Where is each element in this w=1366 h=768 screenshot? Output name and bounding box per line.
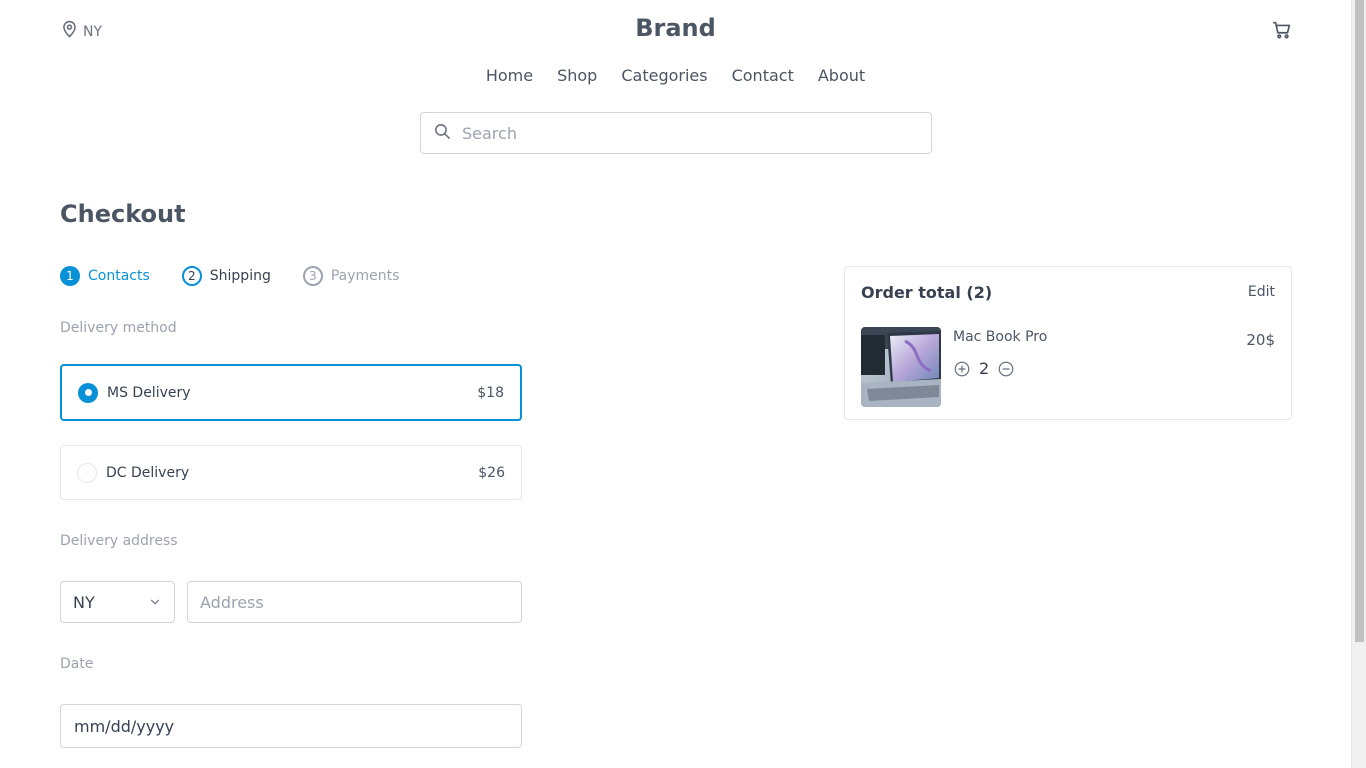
plus-circle-icon[interactable] <box>953 360 971 378</box>
brand-logo[interactable]: Brand <box>0 14 1351 42</box>
state-select[interactable]: NY <box>60 581 175 623</box>
quantity-stepper: 2 <box>953 359 1015 378</box>
nav-home[interactable]: Home <box>486 66 533 85</box>
page-scrollbar[interactable] <box>1351 0 1366 768</box>
step-label: Shipping <box>209 268 271 284</box>
edit-order-link[interactable]: Edit <box>1248 284 1275 300</box>
delivery-option-price: $26 <box>478 464 505 481</box>
step-payments[interactable]: 3 Payments <box>302 266 400 286</box>
nav-shop[interactable]: Shop <box>557 66 597 85</box>
chevron-down-icon <box>148 595 162 609</box>
delivery-option-name: DC Delivery <box>106 464 190 481</box>
main-nav: Home Shop Categories Contact About <box>0 66 1351 85</box>
product-image <box>861 327 941 407</box>
delivery-method-label: Delivery method <box>60 320 177 336</box>
radio-button[interactable] <box>77 462 97 483</box>
page-title: Checkout <box>60 200 186 228</box>
address-input[interactable] <box>187 581 522 623</box>
search-bar <box>420 112 932 154</box>
step-label: Payments <box>330 268 400 284</box>
search-icon <box>433 122 452 145</box>
delivery-address-label: Delivery address <box>60 533 178 549</box>
date-label: Date <box>60 656 94 672</box>
step-label: Contacts <box>88 268 150 284</box>
minus-circle-icon[interactable] <box>997 360 1015 378</box>
nav-categories[interactable]: Categories <box>621 66 707 85</box>
order-summary: Order total (2) Edit Mac Book Pro 2 20$ <box>844 266 1292 420</box>
delivery-option-name: MS Delivery <box>107 384 191 401</box>
quantity-value: 2 <box>979 359 990 378</box>
step-shipping[interactable]: 2 Shipping <box>181 266 271 286</box>
cart-icon[interactable] <box>1271 19 1293 41</box>
step-number: 2 <box>181 266 202 286</box>
state-value: NY <box>73 592 95 612</box>
step-number: 1 <box>60 266 80 286</box>
order-total-title: Order total (2) <box>861 283 993 302</box>
date-input[interactable]: mm/dd/yyyy <box>60 704 522 748</box>
search-input[interactable] <box>462 123 902 143</box>
delivery-option-dc[interactable]: DC Delivery $26 <box>60 445 522 500</box>
delivery-option-ms[interactable]: MS Delivery $18 <box>60 364 522 421</box>
product-name: Mac Book Pro <box>953 329 1048 345</box>
radio-button[interactable] <box>78 382 98 403</box>
step-number: 3 <box>302 266 323 286</box>
nav-about[interactable]: About <box>818 66 865 85</box>
delivery-option-price: $18 <box>477 384 504 401</box>
checkout-steps: 1 Contacts 2 Shipping 3 Payments <box>60 266 399 286</box>
step-contacts[interactable]: 1 Contacts <box>60 266 150 286</box>
scrollbar-thumb[interactable] <box>1355 0 1364 642</box>
nav-contact[interactable]: Contact <box>732 66 794 85</box>
product-price: 20$ <box>1246 331 1275 349</box>
